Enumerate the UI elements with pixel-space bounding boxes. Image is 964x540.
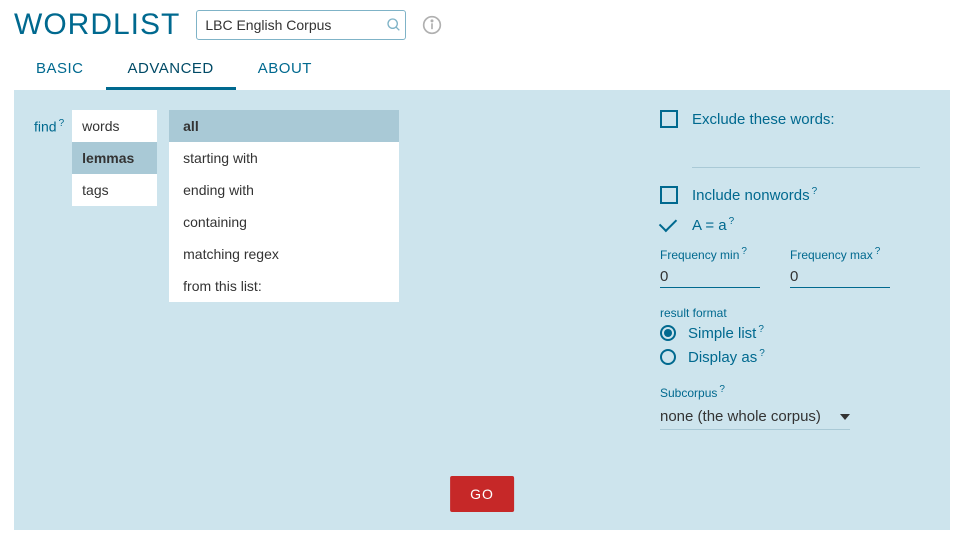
find-type-tags[interactable]: tags (72, 174, 157, 206)
tab-advanced[interactable]: ADVANCED (106, 52, 236, 90)
result-format-label: result format (660, 306, 920, 320)
exclude-input[interactable] (692, 140, 920, 168)
subcorpus-select[interactable]: none (the whole corpus) (660, 404, 850, 430)
filter-matching-regex[interactable]: matching regex (169, 238, 399, 270)
filter-containing[interactable]: containing (169, 206, 399, 238)
main-panel: find? words lemmas tags all starting wit… (14, 90, 950, 530)
tab-about[interactable]: ABOUT (236, 52, 334, 90)
corpus-input[interactable] (205, 17, 386, 33)
filter-list: all starting with ending with containing… (169, 110, 399, 302)
simple-list-radio[interactable] (660, 325, 676, 341)
go-button[interactable]: GO (450, 476, 514, 512)
include-nonwords-label: Include nonwords? (692, 186, 817, 204)
info-icon[interactable] (422, 15, 442, 35)
filter-all[interactable]: all (169, 110, 399, 142)
case-checkbox[interactable] (660, 216, 678, 234)
include-nonwords-checkbox[interactable] (660, 186, 678, 204)
exclude-label: Exclude these words: (692, 111, 835, 128)
page-title: WORDLIST (14, 8, 180, 42)
caret-down-icon (840, 414, 850, 420)
tabs: BASIC ADVANCED ABOUT (0, 46, 964, 90)
filter-starting-with[interactable]: starting with (169, 142, 399, 174)
search-icon[interactable] (386, 17, 402, 33)
find-type-list: words lemmas tags (72, 110, 157, 206)
find-type-lemmas[interactable]: lemmas (72, 142, 157, 174)
display-as-radio[interactable] (660, 349, 676, 365)
help-icon[interactable]: ? (812, 186, 818, 197)
help-icon[interactable]: ? (719, 384, 725, 395)
case-label: A = a? (692, 216, 734, 234)
help-icon[interactable]: ? (59, 118, 65, 129)
help-icon[interactable]: ? (758, 324, 764, 335)
freq-max-input[interactable] (790, 266, 890, 288)
tab-basic[interactable]: BASIC (14, 52, 106, 90)
subcorpus-label: Subcorpus? (660, 384, 920, 400)
filter-ending-with[interactable]: ending with (169, 174, 399, 206)
filter-from-list[interactable]: from this list: (169, 270, 399, 302)
freq-max-label: Frequency max? (790, 246, 890, 262)
simple-list-label: Simple list? (688, 324, 764, 342)
find-label: find? (34, 110, 64, 135)
subcorpus-value: none (the whole corpus) (660, 408, 821, 425)
help-icon[interactable]: ? (759, 348, 765, 359)
help-icon[interactable]: ? (729, 216, 735, 227)
freq-min-label: Frequency min? (660, 246, 760, 262)
freq-min-input[interactable] (660, 266, 760, 288)
corpus-search[interactable] (196, 10, 406, 40)
help-icon[interactable]: ? (875, 246, 881, 257)
find-type-words[interactable]: words (72, 110, 157, 142)
help-icon[interactable]: ? (741, 246, 747, 257)
exclude-checkbox[interactable] (660, 110, 678, 128)
display-as-label: Display as? (688, 348, 765, 366)
